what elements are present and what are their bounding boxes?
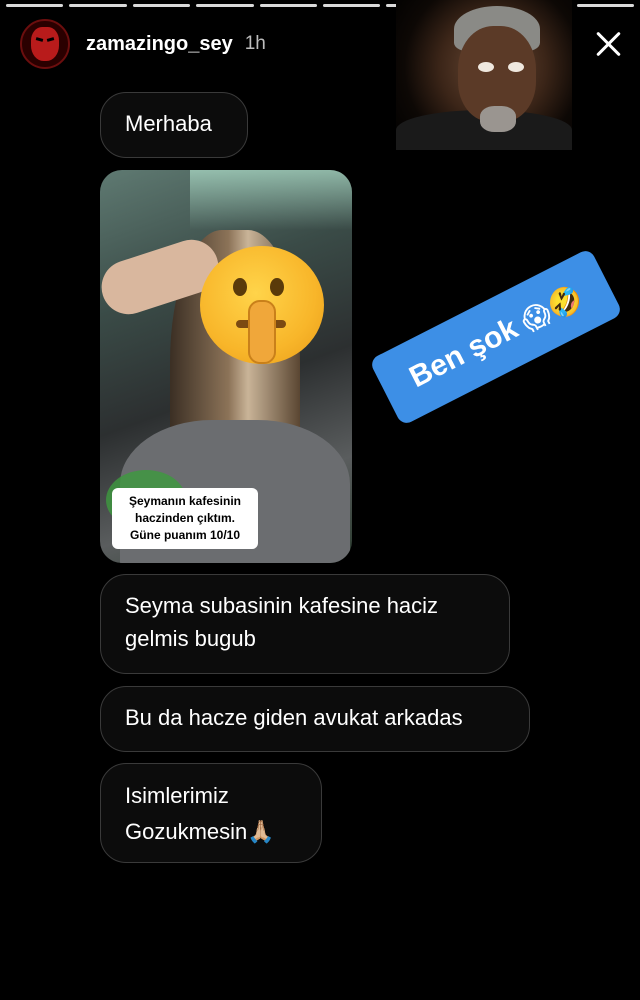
message-text: Bu da hacze giden avukat arkadas (125, 705, 463, 730)
progress-segment (576, 4, 635, 7)
message-text: Merhaba (125, 111, 212, 136)
shared-photo-message[interactable]: Şeymanın kafesinin haczinden çıktım. Gün… (100, 170, 352, 563)
message-bubble: Merhaba (100, 92, 248, 158)
emoji-icon: 😱🤣 (515, 280, 588, 338)
emoji-eye (233, 278, 247, 296)
message-text: Seyma subasinin kafesine haciz gelmis bu… (125, 593, 439, 651)
post-time: 1h (244, 33, 266, 54)
photo-caption: Şeymanın kafesinin haczinden çıktım. Gün… (112, 488, 258, 549)
progress-segment (259, 4, 318, 7)
sticker-eye (478, 62, 494, 72)
username[interactable]: zamazingo_sey (86, 33, 233, 56)
message-bubble: Seyma subasinin kafesine haciz gelmis bu… (100, 574, 510, 674)
progress-segment (69, 4, 127, 7)
emoji-finger (248, 300, 276, 364)
message-bubble: Bu da hacze giden avukat arkadas (100, 686, 530, 752)
story-header: zamazingo_sey 1h (20, 19, 266, 69)
message-bubble: Isimlerimiz Gozukmesin🙏🏼 (100, 763, 322, 863)
progress-segment (196, 4, 254, 7)
ben-sok-text: Ben şok (404, 311, 524, 395)
message-text: Isimlerimiz Gozukmesin🙏🏼 (125, 783, 275, 844)
progress-segment (132, 4, 191, 7)
close-icon[interactable] (590, 26, 626, 62)
sticker-beard (480, 106, 516, 132)
avatar[interactable] (20, 19, 70, 69)
portrait-sticker (396, 0, 572, 150)
progress-segment (6, 4, 64, 7)
devil-avatar-icon (31, 27, 59, 61)
sticker-eye (508, 62, 524, 72)
photo-light-reflection (190, 170, 352, 230)
shushing-face-emoji-icon (200, 246, 324, 364)
ben-sok-sticker: Ben şok 😱🤣 (368, 247, 624, 427)
emoji-eye (270, 278, 284, 296)
progress-segment (323, 4, 381, 7)
